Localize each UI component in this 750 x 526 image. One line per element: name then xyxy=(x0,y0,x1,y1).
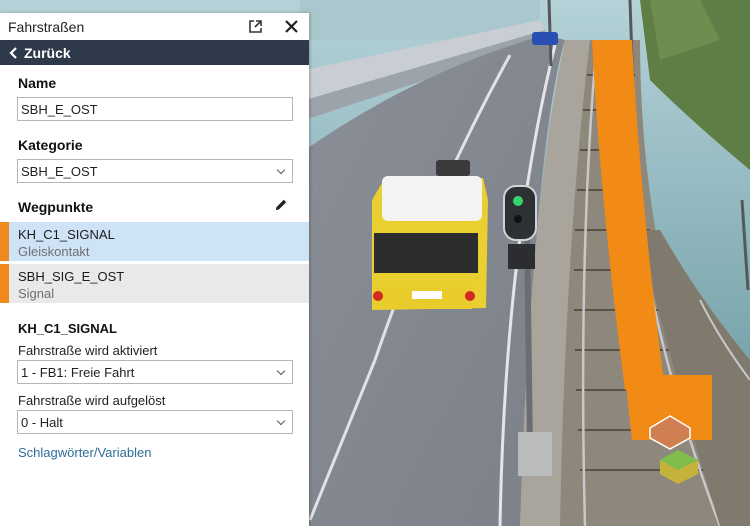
waypoint-type: Signal xyxy=(18,286,55,301)
panel-titlebar: Fahrstraßen xyxy=(0,13,309,40)
back-button-label: Zurück xyxy=(24,44,71,61)
waypoint-name: SBH_SIG_E_OST xyxy=(18,269,125,284)
released-label: Fahrstraße wird aufgelöst xyxy=(18,393,166,408)
chevron-left-icon xyxy=(9,46,17,59)
edit-pencil-icon[interactable] xyxy=(274,198,290,214)
waypoint-accent-bar xyxy=(0,222,9,261)
name-input[interactable]: SBH_E_OST xyxy=(17,97,293,121)
close-icon[interactable] xyxy=(282,17,300,35)
waypoint-type: Gleiskontakt xyxy=(18,244,90,259)
activated-select-value: 1 - FB1: Freie Fahrt xyxy=(21,364,135,380)
category-select-value: SBH_E_OST xyxy=(21,163,98,179)
waypoint-item[interactable]: KH_C1_SIGNAL Gleiskontakt xyxy=(0,222,309,261)
waypoint-accent-bar xyxy=(0,264,9,303)
activated-select[interactable]: 1 - FB1: Freie Fahrt xyxy=(17,360,293,384)
popout-icon[interactable] xyxy=(246,17,264,35)
waypoint-name: KH_C1_SIGNAL xyxy=(18,227,115,242)
back-button[interactable]: Zurück xyxy=(0,40,309,65)
route-editor-panel: Fahrstraßen Zurück Name SBH_E_OST Katego… xyxy=(0,13,309,526)
category-label: Kategorie xyxy=(18,137,83,153)
waypoints-label: Wegpunkte xyxy=(18,199,94,215)
panel-title: Fahrstraßen xyxy=(8,18,85,35)
tags-variables-link[interactable]: Schlagwörter/Variablen xyxy=(18,445,151,460)
name-input-value: SBH_E_OST xyxy=(21,101,98,117)
name-label: Name xyxy=(18,75,57,91)
activated-label: Fahrstraße wird aktiviert xyxy=(18,343,158,358)
category-select[interactable]: SBH_E_OST xyxy=(17,159,293,183)
released-select-value: 0 - Halt xyxy=(21,414,63,430)
released-select[interactable]: 0 - Halt xyxy=(17,410,293,434)
waypoint-item[interactable]: SBH_SIG_E_OST Signal xyxy=(0,264,309,303)
detail-title: KH_C1_SIGNAL xyxy=(18,321,117,336)
